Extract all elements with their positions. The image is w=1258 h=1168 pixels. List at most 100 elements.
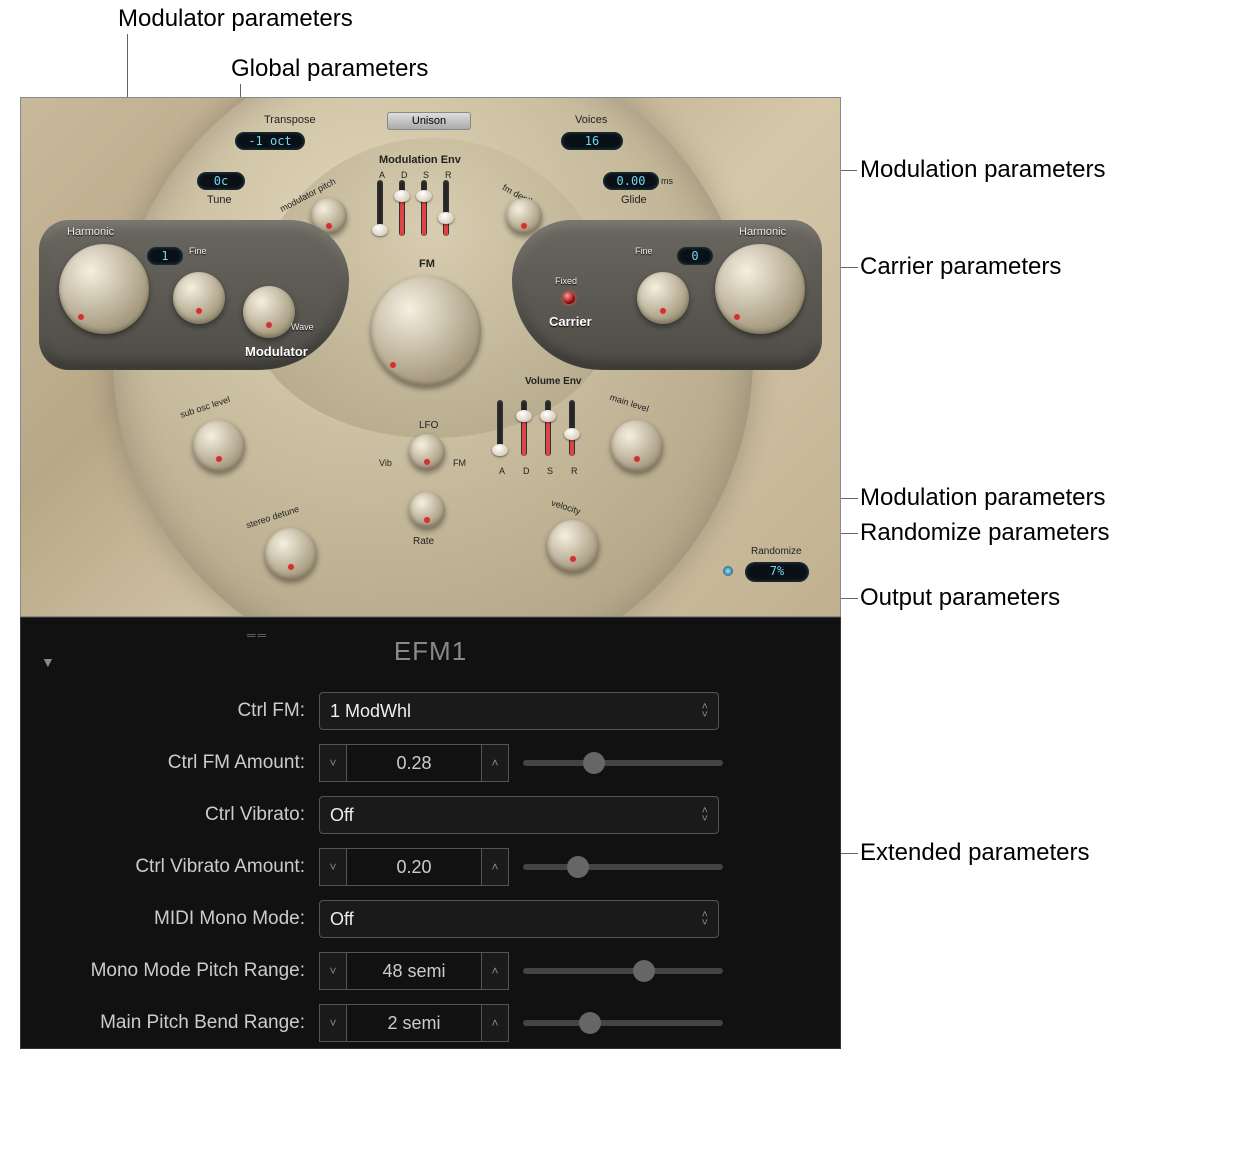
car-harmonic-knob[interactable] <box>715 244 805 334</box>
ctrl-vibrato-value: Off <box>330 805 354 826</box>
transpose-display[interactable]: -1 oct <box>235 132 305 150</box>
mono-pitch-range-slider[interactable] <box>523 968 723 974</box>
main-pitch-bend-label: Main Pitch Bend Range: <box>21 1012 319 1034</box>
row-ctrl-vibrato-amount: Ctrl Vibrato Amount: ˅ 0.20 ˄ <box>21 841 840 893</box>
glide-display[interactable]: 0.00 <box>603 172 659 190</box>
callout-modulation-1: Modulation parameters <box>860 156 1105 184</box>
callout-modulator: Modulator parameters <box>118 5 353 33</box>
disclosure-triangle-icon[interactable]: ▼ <box>41 654 55 670</box>
unison-button[interactable]: Unison <box>387 112 471 130</box>
midi-mono-label: MIDI Mono Mode: <box>21 908 319 930</box>
callout-randomize: Randomize parameters <box>860 519 1109 547</box>
decrement-button[interactable]: ˅ <box>319 744 347 782</box>
randomize-display[interactable]: 7% <box>745 562 809 582</box>
row-mono-pitch-range: Mono Mode Pitch Range: ˅ 48 semi ˄ <box>21 945 840 997</box>
main-pitch-bend-spinner[interactable]: ˅ 2 semi ˄ <box>319 1004 509 1042</box>
extended-parameters-panel: ▼ ══ EFM1 Ctrl FM: 1 ModWhl ˄˅ Ctrl FM A… <box>20 617 841 1049</box>
ctrl-vibrato-amount-spinner[interactable]: ˅ 0.20 ˄ <box>319 848 509 886</box>
extended-panel-title: EFM1 <box>21 618 840 667</box>
increment-button[interactable]: ˄ <box>481 744 509 782</box>
increment-button[interactable]: ˄ <box>481 848 509 886</box>
modenv-r-slider[interactable] <box>443 180 449 236</box>
row-ctrl-fm: Ctrl FM: 1 ModWhl ˄˅ <box>21 685 840 737</box>
volenv-r-label: R <box>571 466 578 476</box>
rate-knob[interactable] <box>409 492 445 528</box>
volenv-s-label: S <box>547 466 553 476</box>
main-pitch-bend-slider[interactable] <box>523 1020 723 1026</box>
mod-harmonic-display[interactable]: 1 <box>147 247 183 265</box>
ctrl-fm-amount-spinner[interactable]: ˅ 0.28 ˄ <box>319 744 509 782</box>
callout-global: Global parameters <box>231 55 428 83</box>
mod-harmonic-label: Harmonic <box>67 226 114 238</box>
midi-mono-dropdown[interactable]: Off ˄˅ <box>319 900 719 938</box>
volenv-d-label: D <box>523 466 530 476</box>
volenv-s-slider[interactable] <box>545 400 551 456</box>
main-pitch-bend-value[interactable]: 2 semi <box>347 1004 481 1042</box>
chevron-updown-icon: ˄˅ <box>702 807 708 823</box>
mod-harmonic-knob[interactable] <box>59 244 149 334</box>
tune-display[interactable]: 0c <box>197 172 245 190</box>
row-midi-mono: MIDI Mono Mode: Off ˄˅ <box>21 893 840 945</box>
callout-carrier: Carrier parameters <box>860 253 1061 281</box>
stereo-detune-knob[interactable] <box>265 528 317 580</box>
car-harmonic-display[interactable]: 0 <box>677 247 713 265</box>
mod-wave-knob[interactable] <box>243 286 295 338</box>
ctrl-vibrato-dropdown[interactable]: Off ˄˅ <box>319 796 719 834</box>
volenv-a-slider[interactable] <box>497 400 503 456</box>
modenv-d-label: D <box>401 170 408 180</box>
fixed-led[interactable] <box>563 292 575 304</box>
volenv-a-label: A <box>499 466 505 476</box>
increment-button[interactable]: ˄ <box>481 1004 509 1042</box>
glide-label: Glide <box>621 194 647 206</box>
efm1-synth-panel: Transpose -1 oct Unison Voices 16 0c Tun… <box>20 97 841 617</box>
randomize-area: 7% <box>723 562 823 584</box>
car-fixed-label: Fixed <box>555 276 577 286</box>
mod-wave-label: Wave <box>291 322 314 332</box>
mono-pitch-range-value[interactable]: 48 semi <box>347 952 481 990</box>
transpose-label: Transpose <box>264 114 316 126</box>
mod-env-title: Modulation Env <box>379 154 461 166</box>
lfo-knob[interactable] <box>409 434 445 470</box>
fm-knob[interactable] <box>371 276 481 386</box>
decrement-button[interactable]: ˅ <box>319 952 347 990</box>
callout-extended: Extended parameters <box>860 839 1089 867</box>
row-ctrl-fm-amount: Ctrl FM Amount: ˅ 0.28 ˄ <box>21 737 840 789</box>
rate-label: Rate <box>413 536 434 547</box>
modenv-r-label: R <box>445 170 452 180</box>
sub-osc-knob[interactable] <box>193 420 245 472</box>
modulator-section-label: Modulator <box>245 344 308 359</box>
car-fine-knob[interactable] <box>637 272 689 324</box>
voices-display[interactable]: 16 <box>561 132 623 150</box>
voices-label: Voices <box>575 114 607 126</box>
modenv-a-slider[interactable] <box>377 180 383 236</box>
fm-depth-knob[interactable] <box>506 198 542 234</box>
decrement-button[interactable]: ˅ <box>319 848 347 886</box>
modenv-s-label: S <box>423 170 429 180</box>
car-fine-label: Fine <box>635 246 653 256</box>
main-level-knob[interactable] <box>611 420 663 472</box>
ctrl-fm-amount-value[interactable]: 0.28 <box>347 744 481 782</box>
ctrl-vibrato-amount-label: Ctrl Vibrato Amount: <box>21 856 319 878</box>
row-ctrl-vibrato: Ctrl Vibrato: Off ˄˅ <box>21 789 840 841</box>
volenv-r-slider[interactable] <box>569 400 575 456</box>
decrement-button[interactable]: ˅ <box>319 1004 347 1042</box>
randomize-trigger-led[interactable] <box>723 566 733 576</box>
ctrl-vibrato-amount-slider[interactable] <box>523 864 723 870</box>
ctrl-vibrato-amount-value[interactable]: 0.20 <box>347 848 481 886</box>
ctrl-fm-dropdown[interactable]: 1 ModWhl ˄˅ <box>319 692 719 730</box>
midi-mono-value: Off <box>330 909 354 930</box>
modenv-s-slider[interactable] <box>421 180 427 236</box>
mod-fine-knob[interactable] <box>173 272 225 324</box>
ctrl-fm-label: Ctrl FM: <box>21 700 319 722</box>
modenv-a-label: A <box>379 170 385 180</box>
car-harmonic-label: Harmonic <box>739 226 786 238</box>
modenv-d-slider[interactable] <box>399 180 405 236</box>
velocity-knob[interactable] <box>547 520 599 572</box>
mono-pitch-range-spinner[interactable]: ˅ 48 semi ˄ <box>319 952 509 990</box>
callout-output: Output parameters <box>860 584 1060 612</box>
panel-gripper-icon[interactable]: ══ <box>247 628 268 642</box>
ctrl-fm-amount-slider[interactable] <box>523 760 723 766</box>
callout-modulation-2: Modulation parameters <box>860 484 1105 512</box>
increment-button[interactable]: ˄ <box>481 952 509 990</box>
volenv-d-slider[interactable] <box>521 400 527 456</box>
